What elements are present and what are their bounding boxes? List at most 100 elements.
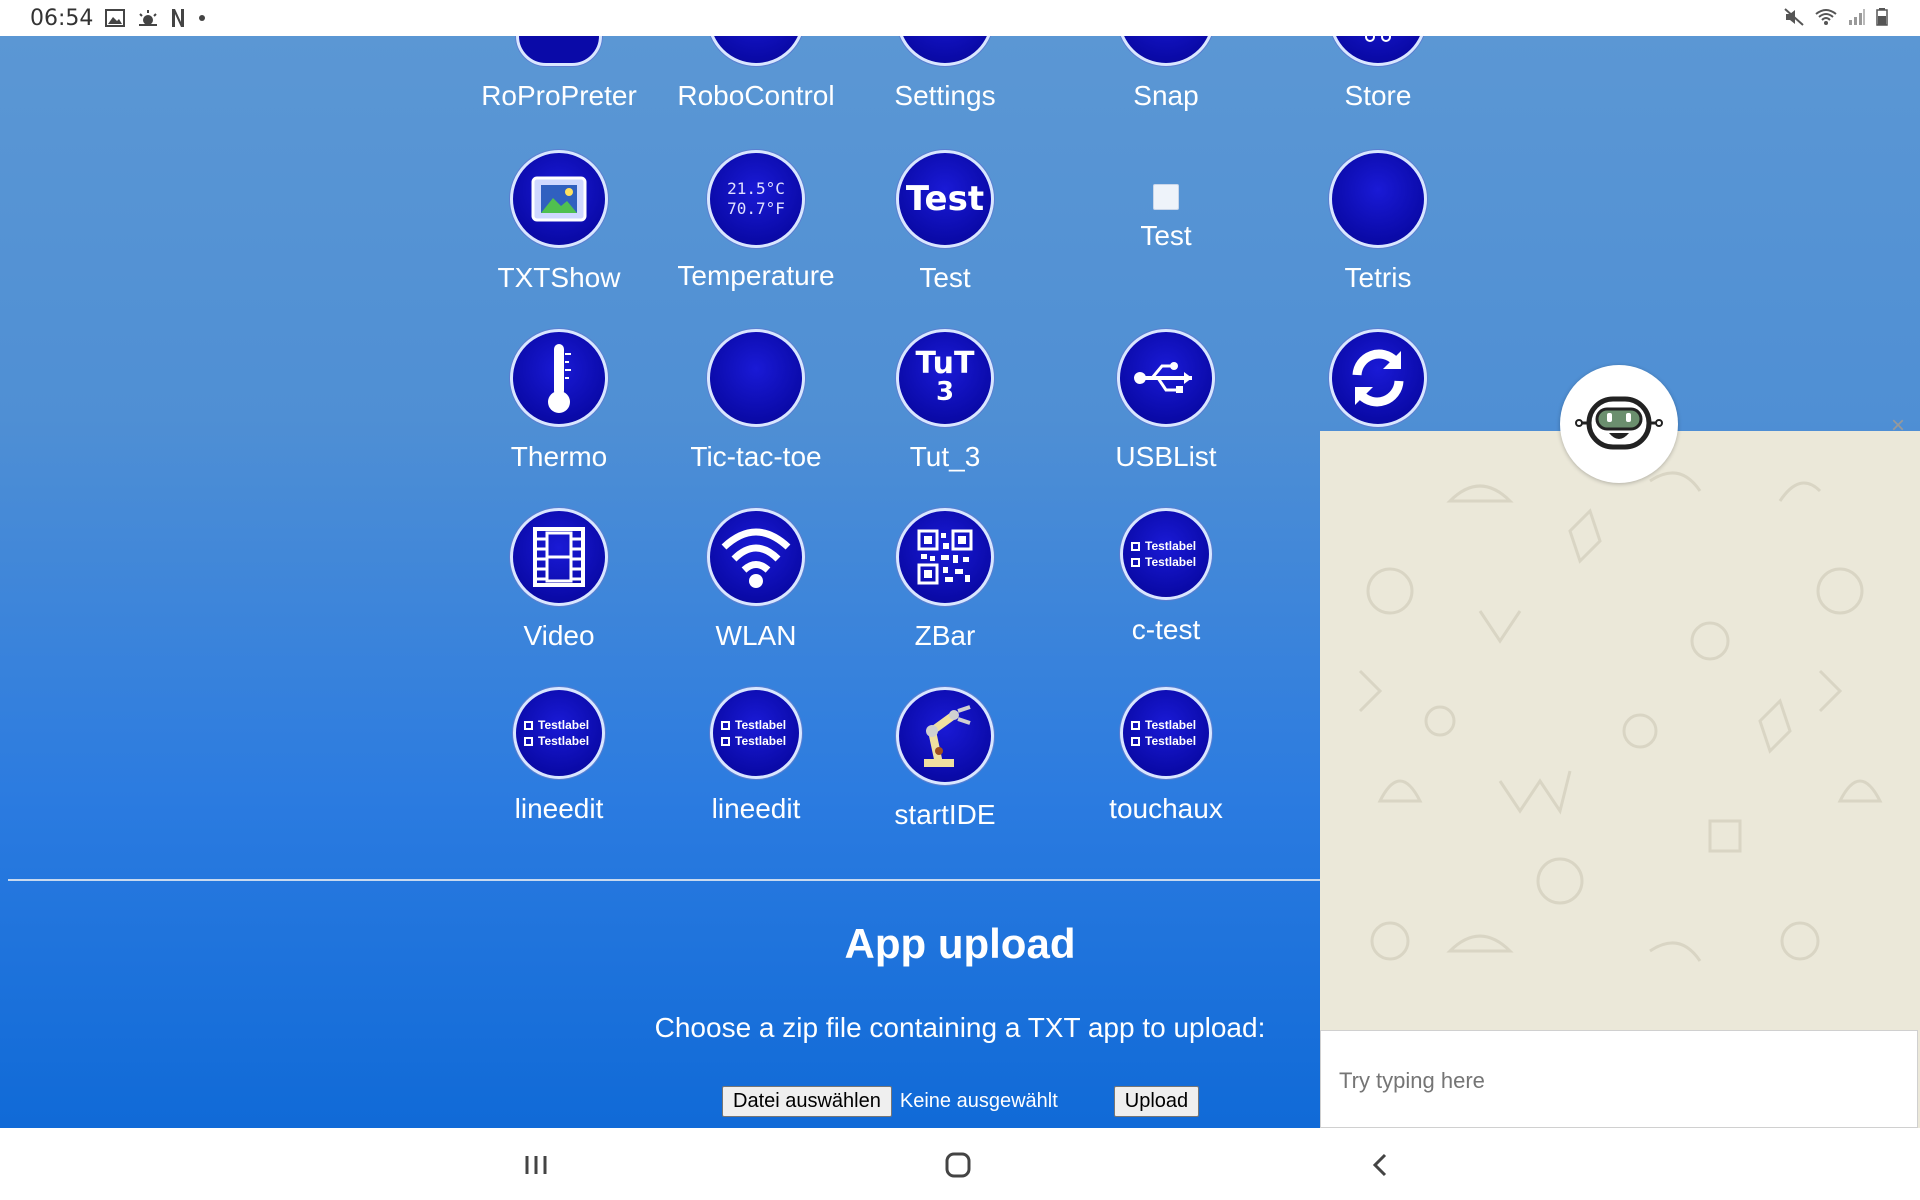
tut3-icon-text: TuT [915,346,975,381]
app-lineedit-1[interactable]: Testlabel Testlabel lineedit [469,687,649,825]
app-txtshow[interactable]: TXTShow [469,150,649,294]
checkbox-square-icon [1131,542,1140,551]
chat-input-box [1320,1030,1918,1128]
chatbot-avatar-icon[interactable] [1560,365,1678,483]
app-label: startIDE [894,799,996,830]
app-label: RoboControl [677,80,835,111]
app-label: Video [523,620,595,651]
app-label: ZBar [914,620,976,651]
test-icon-text: Test [905,179,985,219]
app-c-test[interactable]: Testlabel Testlabel c-test [1076,508,1256,646]
thermometer-icon [510,329,608,427]
checkbox-square-icon [524,737,533,746]
testlabel-text: Testlabel [522,717,589,733]
picture-frame-icon [510,150,608,248]
wifi-status-icon [1814,6,1838,32]
testlabel-text: Testlabel [1129,717,1196,733]
app-label: Store [1344,80,1412,111]
app-temperature[interactable]: 21.5°C 70.7°F Temperature [666,150,846,292]
battery-icon [1876,6,1888,32]
app-label: Test [919,262,971,293]
app-label: c-test [1131,614,1201,645]
checkbox-square-icon [524,721,533,730]
temperature-fahrenheit: 70.7°F [727,199,785,218]
wifi-icon [707,508,805,606]
app-label: RoProPreter [481,80,637,111]
qr-code-icon [896,508,994,606]
checkbox-square-icon [1131,721,1140,730]
app-test[interactable]: Test Test [855,150,1035,294]
app-label: Settings [894,80,996,111]
film-strip-icon [510,508,608,606]
checkbox-square-icon [721,737,730,746]
app-thermo[interactable]: Thermo [469,329,649,473]
chat-message-input[interactable] [1337,1067,1881,1095]
checkbox-label-icon: Testlabel Testlabel [710,687,802,779]
app-usblist[interactable]: USBList [1076,329,1256,473]
checkbox-label-icon: Testlabel Testlabel [513,687,605,779]
broken-image-icon [1153,184,1179,210]
snap-icon [1117,36,1215,66]
app-label: Thermo [510,441,608,472]
temperature-readout-icon: 21.5°C 70.7°F [707,150,805,248]
testlabel-text: Testlabel [719,717,786,733]
choose-file-button[interactable]: Datei auswählen [722,1086,892,1117]
checkbox-square-icon [1131,558,1140,567]
app-video[interactable]: Video [469,508,649,652]
testlabel-text: Testlabel [1129,733,1196,749]
app-tetris[interactable]: Tetris [1288,150,1468,294]
app-zbar[interactable]: ZBar [855,508,1035,652]
app-grid: RoProPreter RoboControl Settings Snap St… [0,36,1427,896]
app-ropropreter[interactable]: RoProPreter [469,36,649,112]
app-label: Tut_3 [909,441,981,472]
gallery-icon [105,9,126,27]
chat-widget [1320,431,1920,1128]
app-refresh[interactable] [1288,329,1468,441]
app-label: lineedit [514,793,604,824]
mute-icon [1784,6,1804,32]
weather-icon [137,9,159,27]
signal-icon [1848,6,1866,32]
app-test-broken[interactable]: Test [1076,150,1256,252]
app-store[interactable]: Store [1288,36,1468,112]
store-icon [1329,36,1427,66]
chat-close-icon[interactable]: × [1886,414,1910,438]
checkbox-label-icon: Testlabel Testlabel [1120,687,1212,779]
app-settings[interactable]: Settings [855,36,1035,112]
testlabel-text: Testlabel [719,733,786,749]
upload-form: Datei auswählen Keine ausgewählt Upload [722,1086,1200,1117]
app-touchaux[interactable]: Testlabel Testlabel touchaux [1076,687,1256,825]
app-label: USBList [1115,441,1217,472]
status-time: 06:54 [30,5,94,31]
blank-circle-icon [1329,150,1427,248]
home-icon[interactable] [938,1148,978,1182]
app-label: Tetris [1344,262,1412,293]
no-file-chosen-text: Keine ausgewählt [899,1090,1058,1112]
notification-dot-icon [197,13,207,23]
tut3-icon: TuT 3 [896,329,994,427]
app-label: WLAN [715,620,797,651]
app-tic-tac-toe[interactable]: Tic-tac-toe [666,329,846,473]
testlabel-text: Testlabel [1129,554,1196,570]
app-tut3[interactable]: TuT 3 Tut_3 [855,329,1035,473]
app-label: TXTShow [497,262,621,293]
app-label: touchaux [1109,793,1223,824]
robot-arm-icon [896,687,994,785]
recent-apps-icon[interactable] [516,1148,556,1182]
app-robocontrol[interactable]: RoboControl [666,36,846,112]
app-startide[interactable]: startIDE [855,687,1035,831]
robocontrol-icon [707,36,805,66]
status-bar: 06:54 [0,0,1920,36]
section-divider [8,879,1320,881]
app-label: lineedit [711,793,801,824]
app-wlan[interactable]: WLAN [666,508,846,652]
blank-circle-icon [707,329,805,427]
upload-button[interactable]: Upload [1113,1086,1200,1117]
app-snap[interactable]: Snap [1076,36,1256,112]
gear-icon [896,36,994,66]
netflix-icon [171,8,185,28]
app-lineedit-2[interactable]: Testlabel Testlabel lineedit [666,687,846,825]
back-icon[interactable] [1360,1148,1400,1182]
chat-background-pattern [1358,471,1883,962]
checkbox-square-icon [721,721,730,730]
